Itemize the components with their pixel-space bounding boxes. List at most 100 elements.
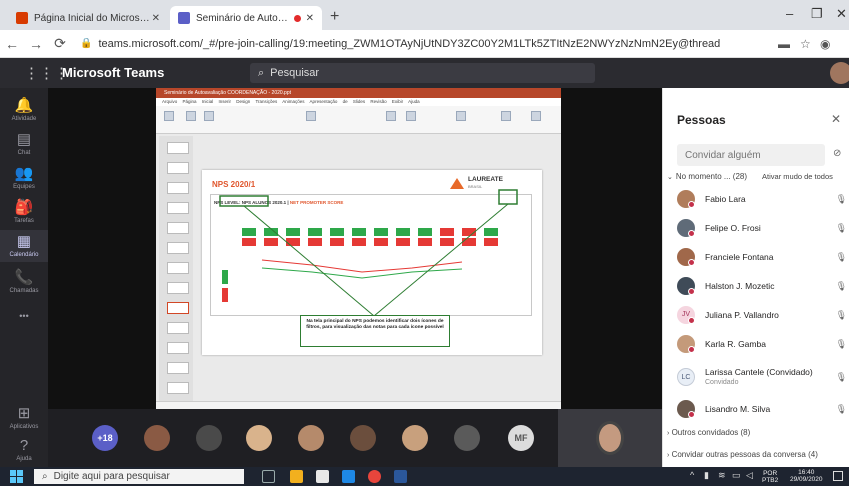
store-icon[interactable] <box>316 470 329 483</box>
maximize-button[interactable]: ❐ <box>811 6 823 22</box>
slide-thumbnail[interactable] <box>167 222 189 234</box>
slide-thumbnail[interactable] <box>167 262 189 274</box>
more-participants-button[interactable]: +18 <box>92 425 118 451</box>
status-dot-icon <box>688 259 695 266</box>
address-bar: ← → ⟳ 🔒 teams.microsoft.com/_#/pre-join-… <box>0 30 849 58</box>
participant-avatar-initials[interactable]: MF <box>508 425 534 451</box>
file-explorer-icon[interactable] <box>290 470 303 483</box>
mute-all-link[interactable]: Ativar mudo de todos <box>762 172 833 181</box>
slide-thumbnail[interactable] <box>167 342 189 354</box>
participant-avatar[interactable] <box>246 425 272 451</box>
chrome-icon[interactable] <box>368 470 381 483</box>
search-input[interactable]: ⌕ Pesquisar <box>250 63 595 83</box>
rail-item-chat[interactable]: ▤ Chat <box>0 132 48 157</box>
teams-header: ⋮⋮⋮ Microsoft Teams ⌕ Pesquisar <box>0 58 849 88</box>
tray-network-icon[interactable]: ▮ <box>704 470 709 481</box>
sensitivity-icon <box>501 111 511 121</box>
taskbar-search-input[interactable]: ⌕ Digite aqui para pesquisar <box>34 469 244 484</box>
participant-avatar[interactable] <box>402 425 428 451</box>
tray-wifi-icon[interactable]: ≋ <box>718 470 726 481</box>
slide-thumbnail[interactable] <box>167 242 189 254</box>
participant-avatar[interactable] <box>196 425 222 451</box>
notification-icon[interactable] <box>833 471 843 481</box>
tab-close-icon[interactable]: ✕ <box>152 13 160 24</box>
new-tab-button[interactable]: + <box>330 8 339 26</box>
other-guests-section[interactable]: › Outros convidados (8) <box>667 428 750 437</box>
url-field[interactable]: 🔒 teams.microsoft.com/_#/pre-join-callin… <box>80 38 720 50</box>
slide-thumbnail[interactable] <box>167 362 189 374</box>
ppt-menu-bar: Arquivo Página Inicial Inserir Design Tr… <box>156 98 561 106</box>
windows-start-icon[interactable] <box>10 470 23 483</box>
calendar-icon: ▦ <box>16 233 32 250</box>
avatar-initials: LC <box>677 368 695 386</box>
user-avatar[interactable] <box>830 62 849 84</box>
back-button[interactable]: ← <box>0 36 24 52</box>
status-dot-icon <box>688 201 695 208</box>
tab-teams-meeting[interactable]: Seminário de Autoavaliação ✕ <box>170 6 322 30</box>
avatar <box>677 400 695 418</box>
slide-thumbnail[interactable] <box>167 202 189 214</box>
cast-icon[interactable]: ▬ <box>778 37 790 51</box>
minimize-button[interactable]: – <box>786 6 793 21</box>
url-text: teams.microsoft.com/_#/pre-join-calling/… <box>98 37 720 50</box>
arrange-icon <box>406 111 416 121</box>
tab-office-home[interactable]: Página Inicial do Microsoft Office ✕ <box>8 6 168 30</box>
tray-chevron-icon[interactable]: ^ <box>690 470 694 480</box>
participant-row[interactable]: Felipe O. Frosi 🎙 <box>677 215 847 241</box>
window-close-button[interactable]: ✕ <box>836 6 847 22</box>
participant-row[interactable]: Lisandro M. Silva 🎙 <box>677 396 847 422</box>
rail-item-tasks[interactable]: 🎒 Tarefas <box>0 199 48 225</box>
rail-item-help[interactable]: ? Ajuda <box>0 438 48 463</box>
avatar <box>677 277 695 295</box>
slide-thumbnail[interactable] <box>167 282 189 294</box>
bookmark-star-icon[interactable]: ☆ <box>800 37 811 51</box>
task-view-icon[interactable] <box>262 470 275 483</box>
participant-avatar[interactable] <box>454 425 480 451</box>
participant-avatar[interactable] <box>298 425 324 451</box>
participant-row[interactable]: Fabio Lara 🎙 <box>677 186 847 212</box>
rail-item-calendar[interactable]: ▦ Calendário <box>0 230 48 262</box>
avatar <box>677 219 695 237</box>
slide-thumbnail[interactable] <box>167 182 189 194</box>
shared-powerpoint-window: Seminário de Autoavaliação COORDENAÇÃO -… <box>156 88 561 409</box>
slide-thumbnail[interactable] <box>167 142 189 154</box>
participant-row[interactable]: Franciele Fontana 🎙 <box>677 244 847 270</box>
slide-thumbnail[interactable] <box>167 322 189 334</box>
taskbar-clock[interactable]: 16:40 29/09/2020 <box>790 469 823 483</box>
in-meeting-section-header[interactable]: ⌄ No momento ... (28) Ativar mudo de tod… <box>667 172 849 181</box>
slide-thumbnail[interactable] <box>167 162 189 174</box>
participant-avatar[interactable] <box>350 425 376 451</box>
language-indicator[interactable]: POR PTB2 <box>762 470 778 484</box>
rail-item-more[interactable]: ••• <box>0 308 48 324</box>
paragraph-icon <box>306 111 316 121</box>
tray-battery-icon[interactable]: ▭ <box>732 470 741 481</box>
invite-chat-section[interactable]: › Convidar outras pessoas da conversa (4… <box>667 450 818 459</box>
search-placeholder: Pesquisar <box>270 67 320 79</box>
panel-close-icon[interactable]: ✕ <box>831 112 841 126</box>
avatar <box>677 190 695 208</box>
rail-item-calls[interactable]: 📞 Chamadas <box>0 270 48 295</box>
rail-item-apps[interactable]: ⊞ Aplicativos <box>0 406 48 431</box>
backpack-icon: 🎒 <box>14 199 34 216</box>
participant-row[interactable]: JV Juliana P. Vallandro 🎙 <box>677 302 847 328</box>
rail-item-activity[interactable]: 🔔 Atividade <box>0 98 48 123</box>
tray-volume-icon[interactable]: ◁ <box>746 470 753 481</box>
reload-button[interactable]: ⟳ <box>48 35 72 52</box>
participant-row[interactable]: Halston J. Mozetic 🎙 <box>677 273 847 299</box>
edge-icon[interactable] <box>342 470 355 483</box>
participant-row[interactable]: Karla R. Gamba 🎙 <box>677 331 847 357</box>
participant-avatar[interactable] <box>144 425 170 451</box>
status-dot-icon <box>688 317 695 324</box>
self-video-tile[interactable] <box>558 409 662 467</box>
slide-thumbnail[interactable] <box>167 382 189 394</box>
participant-row[interactable]: LC Larissa Cantele (Convidado) Convidado … <box>677 362 847 392</box>
slide-thumbnail-selected[interactable] <box>167 302 189 314</box>
share-link-icon[interactable]: ⊘ <box>833 148 841 159</box>
invite-input[interactable] <box>677 144 825 166</box>
profile-icon[interactable]: ◉ <box>820 37 830 51</box>
forward-button[interactable]: → <box>24 36 48 52</box>
rail-item-teams[interactable]: 👥 Equipes <box>0 166 48 191</box>
tab-close-icon[interactable]: ✕ <box>306 13 314 24</box>
current-slide: NPS 2020/1 LAUREATE BRASIL NPS LEVEL: NPS… <box>202 170 542 355</box>
word-icon[interactable] <box>394 470 407 483</box>
